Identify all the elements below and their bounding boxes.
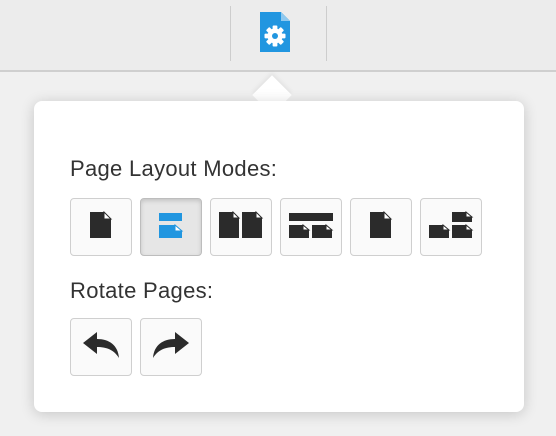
view-settings-button[interactable] bbox=[252, 10, 298, 58]
rotate-counterclockwise-button[interactable] bbox=[70, 318, 132, 376]
layout-mode-buttons bbox=[70, 198, 482, 256]
rotate-clockwise-button[interactable] bbox=[140, 318, 202, 376]
rotate-pages-label: Rotate Pages: bbox=[70, 278, 214, 303]
rotate-buttons bbox=[70, 318, 202, 376]
single-page-button[interactable] bbox=[70, 198, 132, 256]
document-gear-icon bbox=[259, 11, 291, 58]
facing-continuous-icon bbox=[288, 211, 334, 244]
toolbar-divider bbox=[230, 6, 231, 61]
cover-page-icon bbox=[369, 210, 393, 244]
cover-page-button[interactable] bbox=[350, 198, 412, 256]
layout-modes-label: Page Layout Modes: bbox=[70, 156, 278, 181]
rotate-counterclockwise-icon bbox=[81, 330, 121, 365]
cover-continuous-icon bbox=[428, 210, 474, 244]
toolbar-divider bbox=[326, 6, 327, 61]
rotate-clockwise-icon bbox=[151, 330, 191, 365]
facing-pages-button[interactable] bbox=[210, 198, 272, 256]
view-settings-popup: Page Layout Modes: Rotate Pages: bbox=[34, 101, 524, 412]
single-page-icon bbox=[89, 210, 113, 244]
continuous-page-button[interactable] bbox=[140, 198, 202, 256]
facing-continuous-button[interactable] bbox=[280, 198, 342, 256]
facing-pages-icon bbox=[218, 210, 264, 244]
toolbar bbox=[0, 0, 556, 72]
continuous-page-icon bbox=[158, 211, 184, 244]
cover-continuous-button[interactable] bbox=[420, 198, 482, 256]
